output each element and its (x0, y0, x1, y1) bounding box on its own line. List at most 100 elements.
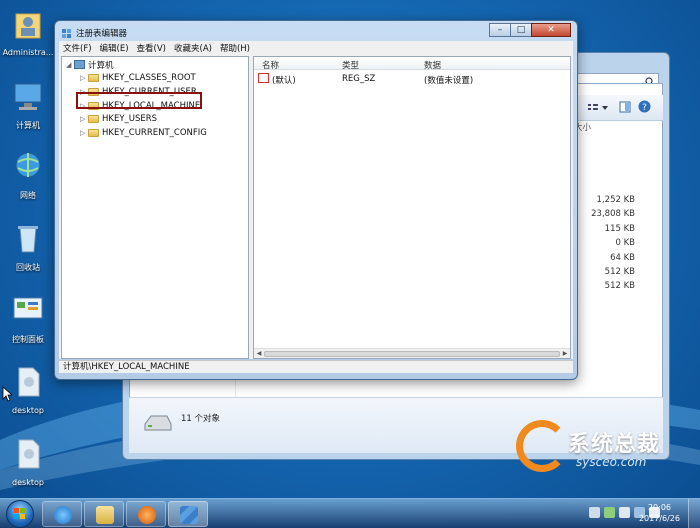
values-header: 名称 类型 数据 (254, 57, 570, 71)
value-name: (默认) (272, 76, 296, 86)
highlight-box (76, 92, 202, 109)
watermark-brand: 系统总裁 (568, 432, 661, 457)
network-globe-icon (15, 152, 41, 178)
show-desktop-button[interactable] (688, 499, 700, 528)
clock-time: 20:06 (647, 503, 672, 512)
desktop-icon-label: desktop (12, 406, 44, 415)
close-button[interactable]: ✕ (531, 23, 571, 37)
desktop-icon-desktop-2[interactable]: desktop (0, 436, 56, 487)
values-pane[interactable]: 名称 类型 数据 (默认) REG_SZ (数值未设置) ◀ ▶ (253, 56, 571, 359)
scroll-thumb[interactable] (264, 351, 560, 357)
file-size: 64 KB (610, 252, 635, 263)
desktop-icon-network[interactable]: 网络 (0, 148, 56, 201)
file-size: 512 KB (604, 266, 635, 277)
registry-status-bar: 计算机\HKEY_LOCAL_MACHINE (59, 360, 573, 373)
svg-text:?: ? (642, 103, 647, 113)
title-bar[interactable]: 注册表编辑器 (61, 25, 127, 41)
computer-icon (74, 60, 85, 69)
collapse-arrow-icon[interactable]: ▷ (80, 115, 88, 123)
maximize-button[interactable]: □ (510, 23, 532, 37)
drive-icon (144, 415, 172, 431)
watermark-site: sysceo.com (576, 455, 647, 469)
file-size-column: 1,252 KB 23,808 KB 115 KB 0 KB 64 KB 512… (591, 193, 635, 294)
desktop-icon-control-panel[interactable]: 控制面板 (0, 292, 56, 345)
computer-icon (14, 83, 42, 110)
file-size: 23,808 KB (591, 209, 635, 220)
scroll-right-icon[interactable]: ▶ (560, 349, 570, 359)
desktop-icon-label: 控制面板 (12, 335, 44, 344)
expand-arrow-icon[interactable]: ◢ (66, 61, 74, 69)
menu-view[interactable]: 查看(V) (137, 42, 166, 54)
tree-label: HKEY_USERS (102, 113, 158, 124)
user-folder-icon (15, 13, 41, 39)
menu-help[interactable]: 帮助(H) (220, 42, 250, 54)
registry-editor-window[interactable]: 注册表编辑器 – □ ✕ 文件(F) 编辑(E) 查看(V) 收藏夹(A) 帮助… (54, 20, 578, 380)
collapse-arrow-icon[interactable]: ▷ (80, 74, 88, 82)
column-header-data[interactable]: 数据 (424, 59, 441, 71)
tray-flag-icon[interactable] (619, 507, 630, 518)
taskbar-ie[interactable] (42, 501, 82, 527)
folder-icon (88, 128, 99, 137)
minimize-button[interactable]: – (489, 23, 511, 37)
tree-label: HKEY_CURRENT_CONFIG (102, 127, 207, 138)
watermark-logo: 系统总裁 sysceo.com (516, 420, 686, 480)
desktop-icon-label: 计算机 (16, 121, 40, 130)
file-size: 115 KB (604, 223, 635, 234)
column-header-type[interactable]: 类型 (342, 59, 359, 71)
regedit-icon (180, 506, 198, 524)
collapse-arrow-icon[interactable]: ▷ (80, 129, 88, 137)
window-controls: – □ ✕ (489, 23, 571, 37)
desktop-icon-label: desktop (12, 478, 44, 487)
file-icon (18, 367, 40, 397)
folder-icon (88, 114, 99, 123)
file-size: 0 KB (615, 238, 635, 249)
file-size: 1,252 KB (596, 195, 635, 205)
menu-favorites[interactable]: 收藏夹(A) (174, 42, 212, 54)
desktop-icon-label: 网络 (20, 191, 36, 200)
taskbar-media-player[interactable] (126, 501, 166, 527)
menu-file[interactable]: 文件(F) (63, 42, 92, 54)
tree-node-hkcc[interactable]: ▷ HKEY_CURRENT_CONFIG (80, 126, 207, 139)
tray-arrow-icon[interactable] (589, 507, 600, 518)
control-panel-icon (13, 297, 43, 319)
window-title: 注册表编辑器 (76, 29, 128, 39)
tray-network-icon[interactable] (604, 507, 615, 518)
regedit-app-icon (62, 28, 71, 38)
clock[interactable]: 20:06 2017/6/26 (639, 502, 680, 524)
media-player-icon (138, 506, 156, 524)
tree-node-hkcr[interactable]: ▷ HKEY_CLASSES_ROOT (80, 71, 196, 84)
value-type: REG_SZ (342, 74, 376, 84)
desktop-icon-label: Administra... (2, 48, 54, 57)
scroll-left-icon[interactable]: ◀ (254, 349, 264, 359)
tree-node-hku[interactable]: ▷ HKEY_USERS (80, 112, 157, 125)
clock-date: 2017/6/26 (638, 514, 680, 523)
taskbar-regedit[interactable] (168, 501, 208, 527)
file-icon (18, 439, 40, 469)
column-header-name[interactable]: 名称 (262, 59, 279, 71)
help-icon[interactable]: ? (638, 100, 651, 113)
taskbar-explorer[interactable] (84, 501, 124, 527)
recycle-bin-icon (18, 226, 38, 253)
preview-pane-icon[interactable] (619, 101, 631, 113)
menu-bar: 文件(F) 编辑(E) 查看(V) 收藏夹(A) 帮助(H) (59, 41, 573, 55)
folder-icon (96, 506, 114, 524)
horizontal-scrollbar[interactable]: ◀ ▶ (254, 348, 570, 358)
object-count: 11 个对象 (181, 414, 221, 424)
tree-node-computer[interactable]: ◢ 计算机 (66, 58, 114, 71)
desktop-icon-computer[interactable]: 计算机 (0, 78, 56, 131)
desktop-icon-user[interactable]: Administra... (0, 6, 56, 57)
desktop-icon-recycle-bin[interactable]: 回收站 (0, 220, 56, 273)
mouse-cursor-icon (2, 386, 12, 402)
logo-e-icon (516, 420, 568, 472)
ie-icon (54, 506, 72, 524)
string-value-icon (258, 73, 269, 83)
desktop-icon-label: 回收站 (16, 263, 40, 272)
menu-edit[interactable]: 编辑(E) (100, 42, 129, 54)
taskbar: 20:06 2017/6/26 (0, 498, 700, 528)
tree-label: 计算机 (88, 60, 114, 71)
view-options-icon[interactable] (587, 102, 609, 114)
value-data: (数值未设置) (424, 76, 474, 86)
start-button[interactable] (6, 500, 34, 528)
tree-label: HKEY_CLASSES_ROOT (102, 72, 196, 83)
windows-logo-icon (14, 508, 25, 519)
